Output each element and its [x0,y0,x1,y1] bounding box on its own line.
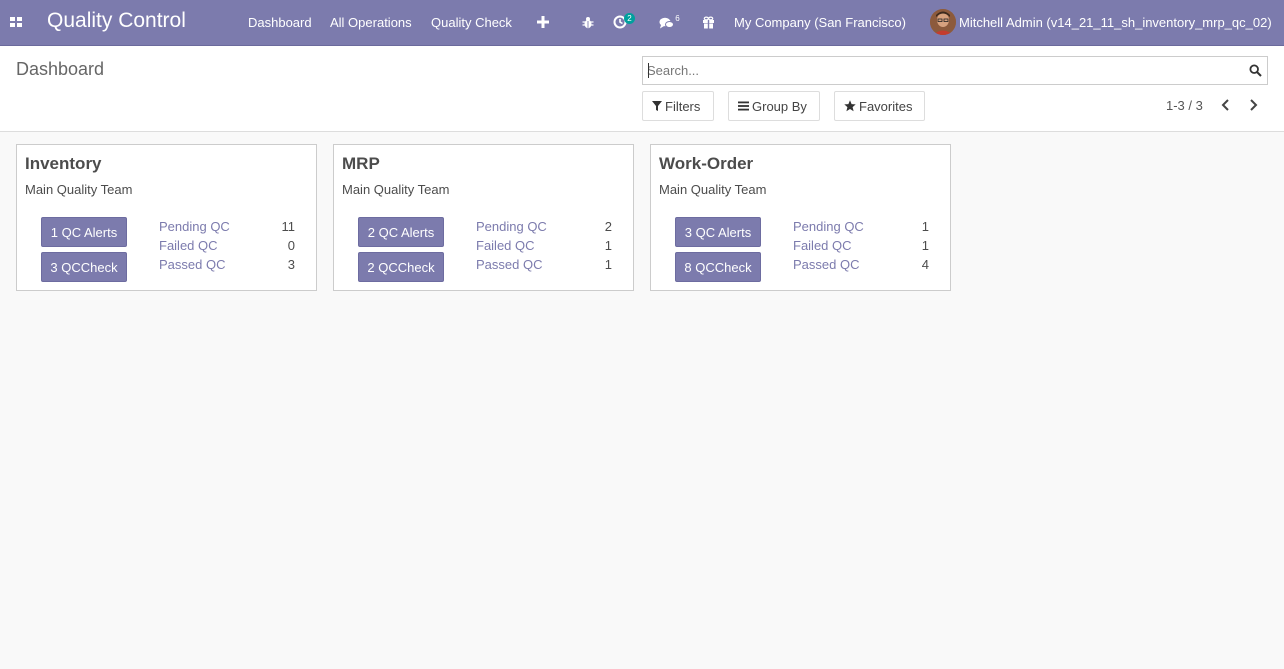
card-team: Main Quality Team [25,182,133,197]
messages-count-badge: 6 [675,14,680,23]
clock-icon[interactable]: 2 [612,13,635,31]
chevron-right-icon[interactable] [1247,98,1259,112]
pending-qc-link[interactable]: Pending QC [476,219,547,234]
apps-grid-icon[interactable] [9,15,23,29]
star-icon [844,100,856,112]
menu-dashboard[interactable]: Dashboard [248,15,312,30]
passed-qc-link[interactable]: Passed QC [476,257,542,272]
menu-all-operations[interactable]: All Operations [330,15,412,30]
activity-count-badge: 2 [624,13,635,24]
failed-qc-value: 1 [921,238,929,253]
card-team: Main Quality Team [659,182,767,197]
passed-qc-value: 3 [287,257,295,272]
passed-qc-link[interactable]: Passed QC [159,257,225,272]
company-switcher[interactable]: My Company (San Francisco) [734,15,906,30]
failed-qc-value: 0 [287,238,295,253]
user-name: Mitchell Admin (v14_21_11_sh_inventory_m… [959,15,1272,30]
text-cursor [648,63,649,78]
gift-icon[interactable] [700,13,716,31]
qc-check-button[interactable]: 8 QCCheck [675,252,761,282]
chevron-left-icon[interactable] [1220,98,1232,112]
plus-icon[interactable] [535,13,551,31]
filters-button[interactable]: Filters [642,91,714,121]
qc-alerts-button[interactable]: 1 QC Alerts [41,217,127,247]
group-by-label: Group By [752,98,807,114]
card-title[interactable]: Work-Order [659,154,753,174]
team-card-work-order[interactable]: Work-Order Main Quality Team 3 QC Alerts… [650,144,951,291]
failed-qc-link[interactable]: Failed QC [159,238,218,253]
card-title[interactable]: MRP [342,154,380,174]
passed-qc-link[interactable]: Passed QC [793,257,859,272]
pending-qc-value: 1 [921,219,929,234]
team-card-mrp[interactable]: MRP Main Quality Team 2 QC Alerts 2 QCCh… [333,144,634,291]
breadcrumb: Dashboard [16,59,105,79]
qc-alerts-button[interactable]: 3 QC Alerts [675,217,761,247]
failed-qc-link[interactable]: Failed QC [793,238,852,253]
pending-qc-value: 11 [281,219,296,234]
favorites-label: Favorites [859,98,913,114]
pending-qc-value: 2 [604,219,612,234]
bars-icon [738,101,749,111]
qc-check-button[interactable]: 3 QCCheck [41,252,127,282]
filter-icon [652,101,662,111]
pending-qc-link[interactable]: Pending QC [793,219,864,234]
search-input[interactable] [647,57,1237,84]
top-navbar: Quality Control Dashboard All Operations… [0,0,1284,46]
app-title[interactable]: Quality Control [47,9,186,33]
search-icon[interactable] [1249,64,1262,77]
card-team: Main Quality Team [342,182,450,197]
passed-qc-value: 4 [921,257,929,272]
qc-alerts-button[interactable]: 2 QC Alerts [358,217,444,247]
control-panel: Dashboard Filters Group By [0,46,1284,132]
failed-qc-link[interactable]: Failed QC [476,238,535,253]
failed-qc-value: 1 [604,238,612,253]
card-title[interactable]: Inventory [25,154,102,174]
menu-quality-check[interactable]: Quality Check [431,15,512,30]
passed-qc-value: 1 [604,257,612,272]
group-by-button[interactable]: Group By [728,91,820,121]
filters-label: Filters [665,98,701,114]
avatar [930,9,956,35]
search-bar [642,56,1268,85]
pager-value[interactable]: 1-3 / 3 [1166,98,1203,113]
pending-qc-link[interactable]: Pending QC [159,219,230,234]
qc-check-button[interactable]: 2 QCCheck [358,252,444,282]
team-card-inventory[interactable]: Inventory Main Quality Team 1 QC Alerts … [16,144,317,291]
chat-icon[interactable]: 6 [658,13,680,31]
favorites-button[interactable]: Favorites [834,91,925,121]
bug-icon[interactable] [580,13,596,31]
